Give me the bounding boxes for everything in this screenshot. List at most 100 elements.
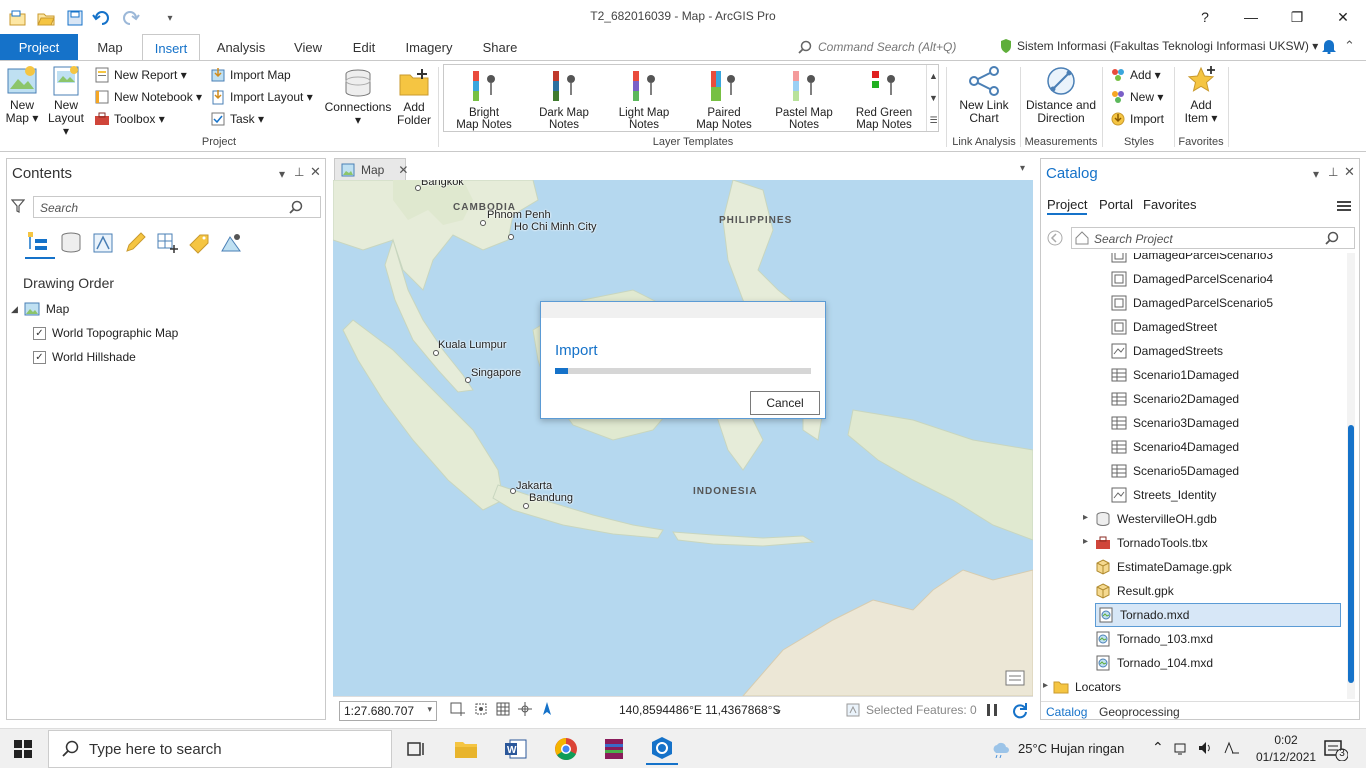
catalog-item[interactable]: DamagedParcelScenario3 (1111, 253, 1273, 267)
minimize-button[interactable]: — (1228, 4, 1274, 30)
paired-map-notes-button[interactable]: Paired Map Notes (684, 69, 764, 131)
pane-options-icon[interactable]: ▾ (279, 167, 285, 181)
weather-text[interactable]: 25°C Hujan ringan (1018, 741, 1124, 756)
light-map-notes-button[interactable]: Light Map Notes (604, 69, 684, 131)
expand-icon[interactable]: ▸ (1083, 512, 1088, 523)
layer-visibility-checkbox[interactable]: ✓ (33, 326, 46, 340)
view-options-icon[interactable]: ▾ (1020, 163, 1025, 174)
catalog-item[interactable]: Scenario2Damaged (1111, 387, 1239, 411)
file-explorer-icon[interactable] (450, 733, 482, 765)
catalog-item[interactable]: Tornado_103.mxd (1095, 627, 1213, 651)
task-button[interactable]: Task ▾ (210, 109, 264, 129)
tab-share[interactable]: Share (472, 34, 528, 60)
catalog-search-input[interactable]: Search Project (1071, 227, 1355, 249)
help-button[interactable]: ? (1182, 4, 1228, 30)
catalog-item[interactable]: EstimateDamage.gpk (1095, 555, 1232, 579)
import-style-button[interactable]: Import (1110, 109, 1164, 129)
catalog-item[interactable]: ▸ WestervilleOH.gdb (1083, 507, 1217, 531)
new-report-button[interactable]: New Report ▾ (94, 65, 187, 85)
map-notes-icon[interactable] (1005, 670, 1025, 688)
distance-and-direction-button[interactable]: Distance and Direction (1022, 65, 1100, 125)
catalog-item[interactable]: Scenario4Damaged (1111, 435, 1239, 459)
expand-icon[interactable]: ▸ (1083, 536, 1088, 547)
list-by-labeling-button[interactable] (187, 231, 211, 255)
catalog-item[interactable]: Tornado_104.mxd (1095, 651, 1213, 675)
catalog-item[interactable]: Tornado.mxd (1095, 603, 1341, 627)
red-green-map-notes-button[interactable]: Red Green Map Notes (844, 69, 924, 131)
coordinate-format-dropdown[interactable]: ⌄ (773, 702, 783, 716)
new-notebook-button[interactable]: New Notebook ▾ (94, 87, 202, 107)
catalog-tab-project[interactable]: Project (1047, 197, 1088, 215)
add-style-button[interactable]: Add ▾ (1110, 65, 1161, 85)
close-map-tab-icon[interactable]: ✕ (398, 163, 408, 177)
user-account[interactable]: Sistem Informasi (Fakultas Teknologi Inf… (1017, 39, 1318, 53)
tab-edit[interactable]: Edit (342, 34, 386, 60)
clock-time[interactable]: 0:02 (1262, 733, 1310, 747)
tab-imagery[interactable]: Imagery (396, 34, 462, 60)
network-icon[interactable] (1174, 741, 1190, 755)
weather-icon[interactable] (990, 740, 1010, 758)
catalog-item[interactable]: DamagedStreets (1111, 339, 1223, 363)
list-by-perspective-imagery-button[interactable] (219, 231, 243, 255)
catalog-item[interactable]: DamagedStreet (1111, 315, 1217, 339)
tab-insert[interactable]: Insert (142, 34, 200, 61)
catalog-item[interactable]: Scenario1Damaged (1111, 363, 1239, 387)
catalog-item[interactable]: Streets_Identity (1111, 483, 1216, 507)
catalog-item[interactable]: Scenario5Damaged (1111, 459, 1239, 483)
layer-item[interactable]: ✓ World Topographic Map (33, 321, 178, 345)
winrar-icon[interactable] (598, 733, 630, 765)
list-by-editing-button[interactable] (123, 231, 147, 255)
scale-selector[interactable]: 1:27.680.707 ▾ (339, 701, 437, 721)
catalog-item[interactable]: Scenario3Damaged (1111, 411, 1239, 435)
north-arrow-icon[interactable] (539, 701, 555, 717)
catalog-item[interactable]: ▸ Locators (1043, 675, 1121, 699)
tab-map[interactable]: Map (84, 34, 136, 60)
refresh-icon[interactable] (1011, 701, 1029, 719)
contents-search-input[interactable]: Search (33, 196, 321, 218)
list-by-drawing-order-button[interactable] (25, 229, 55, 259)
filter-icon[interactable] (11, 199, 25, 213)
close-pane-icon[interactable]: ✕ (310, 164, 321, 180)
show-hidden-icons-icon[interactable]: ⌃ (1152, 739, 1164, 756)
close-button[interactable]: ✕ (1320, 4, 1366, 30)
list-by-data-source-button[interactable] (59, 231, 83, 255)
snapping-toggle-icon[interactable] (517, 701, 533, 717)
notifications-bell-icon[interactable] (1320, 38, 1338, 54)
map-view[interactable]: Bangkok CAMBODIA Phnom Penh Ho Chi Minh … (333, 180, 1033, 696)
gallery-scroll-up[interactable]: ▲ (926, 65, 940, 87)
catalog-menu-icon[interactable] (1337, 199, 1351, 213)
catalog-tab-portal[interactable]: Portal (1099, 197, 1133, 212)
catalog-item[interactable]: DamagedParcelScenario4 (1111, 267, 1273, 291)
grid-icon[interactable] (495, 701, 511, 717)
tab-view[interactable]: View (284, 34, 332, 60)
volume-icon[interactable] (1198, 741, 1214, 755)
fixed-zoom-in-icon[interactable] (449, 701, 465, 717)
catalog-tab-favorites[interactable]: Favorites (1143, 197, 1196, 212)
tab-map-view[interactable]: Map ✕ (334, 158, 408, 180)
pane-options-icon[interactable]: ▾ (1313, 167, 1319, 181)
toolbox-button[interactable]: Toolbox ▾ (94, 109, 165, 129)
word-icon[interactable]: W (500, 733, 532, 765)
collapse-icon[interactable]: ◢ (11, 304, 18, 315)
cancel-button[interactable]: Cancel (750, 391, 820, 415)
layer-visibility-checkbox[interactable]: ✓ (33, 350, 46, 364)
pause-drawing-icon[interactable] (985, 702, 999, 718)
bottom-tab-catalog[interactable]: Catalog (1046, 705, 1087, 719)
clock-date[interactable]: 01/12/2021 (1256, 750, 1316, 764)
chrome-icon[interactable] (550, 733, 582, 765)
new-map-button[interactable]: New Map ▾ (4, 65, 40, 125)
gallery-scroll-down[interactable]: ▼ (926, 87, 940, 109)
tab-project[interactable]: Project (0, 34, 78, 60)
scrollbar-thumb[interactable] (1348, 425, 1354, 683)
catalog-item[interactable]: DamagedParcelScenario5 (1111, 291, 1273, 315)
back-icon[interactable] (1047, 230, 1063, 246)
connections-button[interactable]: Connections ▾ (322, 67, 394, 127)
command-search-input[interactable]: Command Search (Alt+Q) (818, 40, 1010, 56)
close-pane-icon[interactable]: ✕ (1344, 164, 1355, 180)
collapse-ribbon-icon[interactable]: ⌃ (1344, 38, 1355, 54)
gallery-expand[interactable]: ☰ (926, 109, 940, 131)
list-by-snapping-button[interactable] (155, 231, 179, 255)
dark-map-notes-button[interactable]: Dark Map Notes (524, 69, 604, 131)
layer-item[interactable]: ✓ World Hillshade (33, 345, 136, 369)
tab-analysis[interactable]: Analysis (208, 34, 274, 60)
